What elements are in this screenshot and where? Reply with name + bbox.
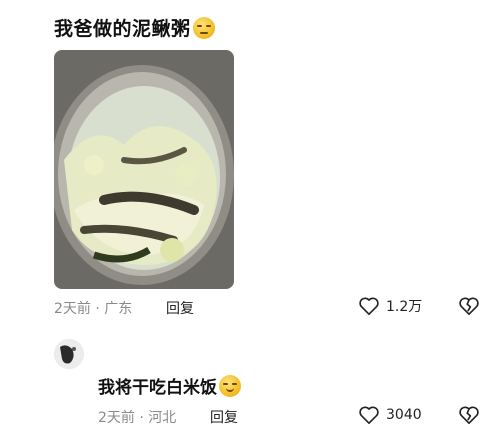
comment-2-location: 河北	[148, 410, 177, 426]
comment-2-time: 2天前	[98, 410, 135, 426]
meta-separator: ·	[95, 301, 100, 317]
heart-outline-icon	[358, 296, 380, 316]
comment-2-content: 我将干吃白米饭	[98, 378, 217, 398]
comment-1-dislike-button[interactable]	[458, 296, 480, 316]
comment-1-like-count: 1.2万	[386, 299, 423, 315]
comment-1-reply-button[interactable]: 回复	[166, 298, 194, 318]
avatar[interactable]	[54, 339, 84, 369]
comment-1-location: 广东	[104, 301, 133, 317]
comment-1-text: 我爸做的泥鳅粥	[54, 14, 215, 41]
broken-heart-icon	[458, 296, 480, 316]
comment-2-reply-button[interactable]: 回复	[210, 407, 238, 427]
meta-separator: ·	[139, 410, 144, 426]
comment-2-like-button[interactable]: 3040	[358, 405, 422, 425]
comment-2-meta: 2天前 · 河北	[98, 407, 176, 427]
comment-1-content: 我爸做的泥鳅粥	[54, 18, 191, 40]
comment-1-photo[interactable]	[54, 50, 234, 289]
broken-heart-icon	[458, 405, 480, 425]
comment-1-like-button[interactable]: 1.2万	[358, 296, 422, 316]
comment-2-like-count: 3040	[386, 407, 422, 423]
comment-1-time: 2天前	[54, 301, 91, 317]
neutral-face-emoji-icon	[192, 17, 215, 39]
comment-1-meta: 2天前 · 广东	[54, 298, 132, 318]
comment-2-dislike-button[interactable]	[458, 405, 480, 425]
smile-emoji-icon	[219, 375, 241, 397]
heart-outline-icon	[358, 405, 380, 425]
comment-2-text: 我将干吃白米饭	[98, 373, 241, 398]
